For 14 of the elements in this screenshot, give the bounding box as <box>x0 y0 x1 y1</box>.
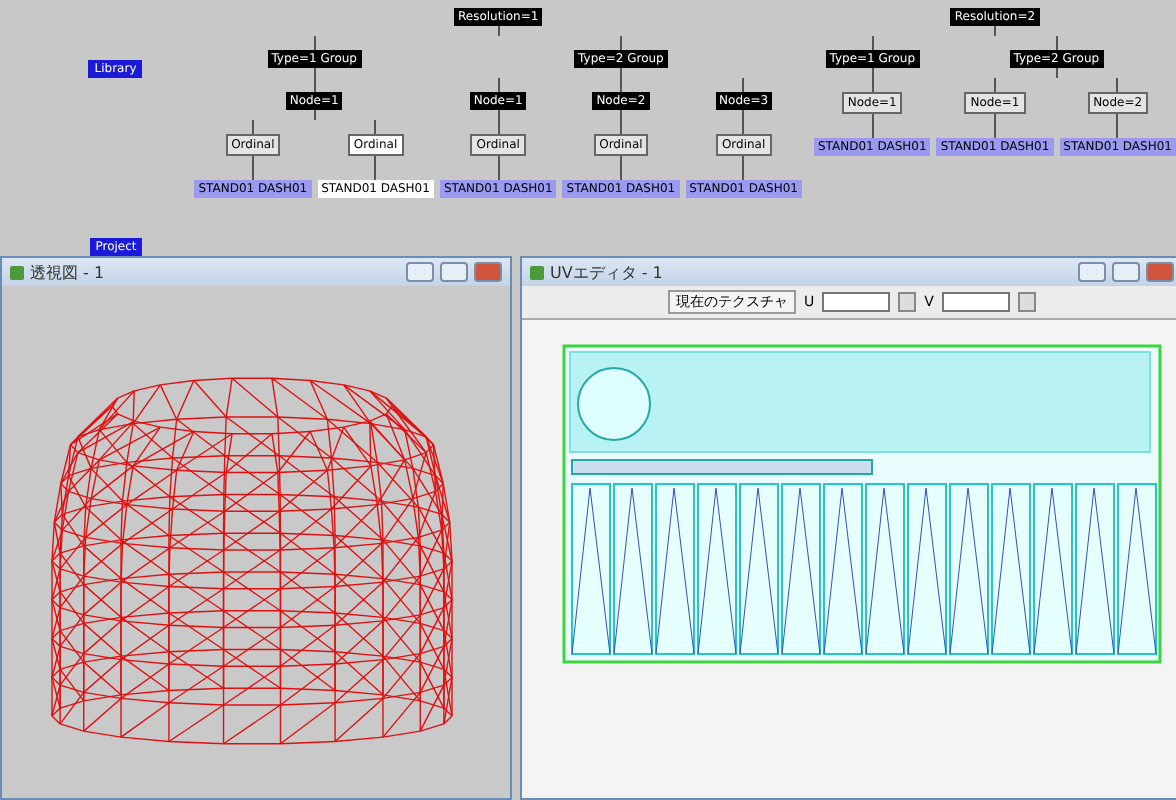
maximize-button[interactable] <box>440 262 468 282</box>
input-field[interactable] <box>822 292 891 312</box>
minimize-button[interactable] <box>406 262 434 282</box>
spin-button[interactable] <box>898 292 917 312</box>
maximize-button[interactable] <box>1112 262 1140 282</box>
window-icon <box>530 265 544 279</box>
window-title: UVエディタ - 1 <box>550 261 665 283</box>
window-icon <box>10 265 24 279</box>
window-title: 透視図 - 1 <box>30 261 107 283</box>
minimize-button[interactable] <box>1078 262 1106 282</box>
close-button[interactable] <box>474 262 502 282</box>
input-field[interactable] <box>941 292 1010 312</box>
close-button[interactable] <box>1146 262 1174 282</box>
spin-button[interactable] <box>1017 292 1036 312</box>
